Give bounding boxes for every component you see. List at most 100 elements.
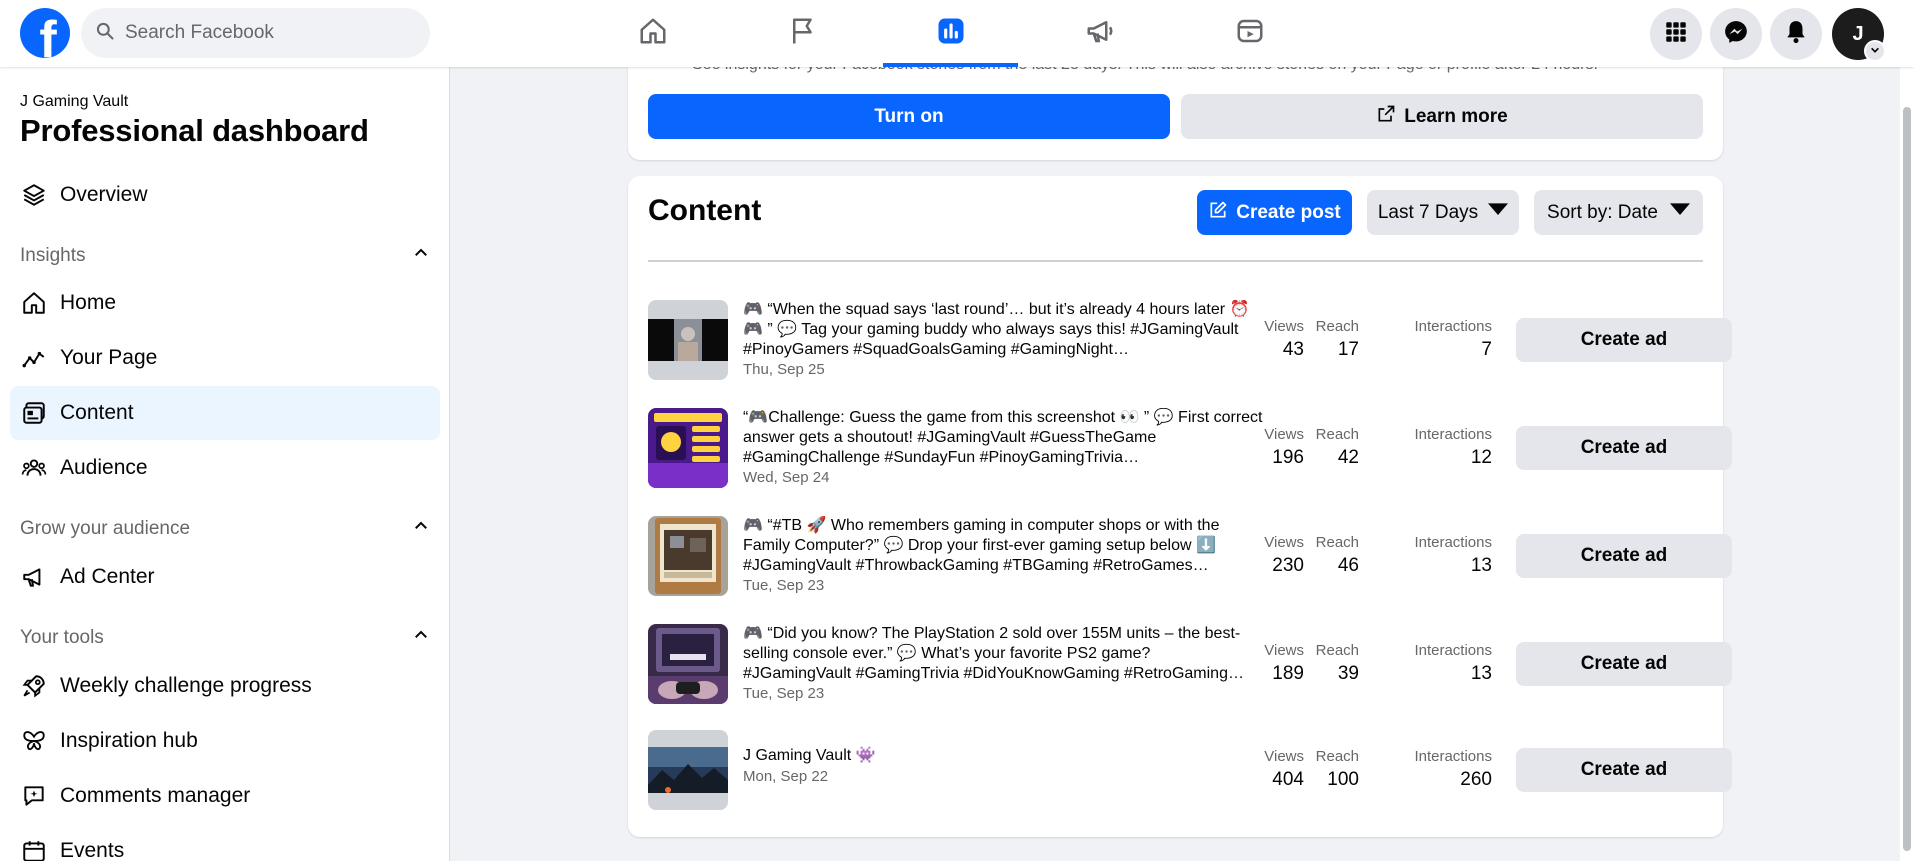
sidebar-item-overview[interactable]: Overview	[10, 168, 440, 222]
table-row[interactable]: 🎮 “#TB 🚀 Who remembers gaming in compute…	[648, 514, 1732, 598]
sidebar-item-content[interactable]: Content	[10, 386, 440, 440]
sidebar-item-home[interactable]: Home	[10, 276, 440, 330]
table-row[interactable]: 🎮 “When the squad says ‘last round’… but…	[648, 298, 1732, 382]
create-post-button[interactable]: Create post	[1197, 190, 1352, 235]
nav-tab-home[interactable]	[585, 0, 720, 67]
interactions-metric: Interactions 12	[1386, 426, 1492, 469]
create-ad-button[interactable]: Create ad	[1516, 318, 1732, 362]
views-metric: Views 43	[1252, 318, 1304, 361]
home-icon	[638, 16, 668, 51]
sidebar-item-inspiration-hub[interactable]: Inspiration hub	[10, 714, 440, 768]
reach-metric: Reach 46	[1312, 534, 1359, 577]
metric-label: Views	[1264, 318, 1304, 335]
metric-value: 260	[1460, 769, 1492, 790]
sidebar-item-label: Comments manager	[60, 784, 251, 807]
date-range-dropdown[interactable]: Last 7 Days	[1367, 190, 1519, 235]
sidebar-item-weekly-challenge[interactable]: Weekly challenge progress	[10, 659, 440, 713]
post-date: Wed, Sep 24	[743, 469, 830, 486]
button-label: Create post	[1236, 201, 1341, 223]
sidebar-page-name[interactable]: J Gaming Vault	[20, 93, 128, 111]
metric-label: Interactions	[1414, 534, 1492, 551]
post-thumbnail[interactable]	[648, 408, 728, 488]
notifications-button[interactable]	[1770, 8, 1822, 60]
sidebar-item-events[interactable]: Events	[10, 824, 440, 861]
metric-value: 43	[1282, 339, 1304, 360]
button-label: Create ad	[1580, 437, 1668, 458]
create-ad-button[interactable]: Create ad	[1516, 748, 1732, 792]
metric-label: Reach	[1315, 642, 1359, 659]
metric-value: 230	[1272, 555, 1304, 576]
facebook-logo[interactable]: f	[20, 8, 70, 58]
metric-label: Reach	[1315, 748, 1359, 765]
create-ad-button[interactable]: Create ad	[1516, 642, 1732, 686]
sidebar-item-audience[interactable]: Audience	[10, 441, 440, 495]
post-date: Thu, Sep 25	[743, 361, 825, 378]
table-row[interactable]: 🎮 “Did you know? The PlayStation 2 sold …	[648, 622, 1732, 706]
sidebar-item-ad-center[interactable]: Ad Center	[10, 550, 440, 604]
edit-icon	[1208, 200, 1236, 226]
sort-dropdown[interactable]: Sort by: Date	[1534, 190, 1703, 235]
page-scrollbar[interactable]	[1900, 67, 1914, 861]
post-date: Tue, Sep 23	[743, 685, 825, 702]
sidebar-item-your-page[interactable]: Your Page	[10, 331, 440, 385]
sidebar-item-label: Content	[60, 401, 134, 424]
learn-more-button[interactable]: Learn more	[1181, 94, 1703, 139]
nav-tab-ads[interactable]	[1032, 0, 1167, 67]
table-row[interactable]: J Gaming Vault 👾 Mon, Sep 22 Views 404 Re…	[648, 728, 1732, 812]
bell-icon	[1783, 19, 1809, 50]
sidebar-item-label: Overview	[60, 183, 148, 206]
metric-label: Reach	[1315, 318, 1359, 335]
post-thumbnail[interactable]	[648, 730, 728, 810]
metric-value: 100	[1327, 769, 1359, 790]
metric-value: 12	[1470, 447, 1492, 468]
post-thumbnail[interactable]	[648, 300, 728, 380]
button-label: Create ad	[1580, 545, 1668, 566]
post-caption[interactable]: 🎮 “Did you know? The PlayStation 2 sold …	[743, 624, 1263, 684]
post-caption[interactable]: “🎮Challenge: Guess the game from this sc…	[743, 408, 1263, 468]
post-thumbnail[interactable]	[648, 624, 728, 704]
create-ad-button[interactable]: Create ad	[1516, 534, 1732, 578]
metric-label: Views	[1264, 426, 1304, 443]
button-label: Create ad	[1580, 329, 1668, 350]
views-metric: Views 196	[1252, 426, 1304, 469]
sidebar-item-label: Weekly challenge progress	[60, 674, 312, 697]
section-label: Your tools	[20, 627, 104, 648]
button-label: Learn more	[1404, 105, 1508, 127]
search-bar[interactable]	[81, 8, 430, 58]
search-input[interactable]	[125, 22, 405, 44]
metric-value: 189	[1272, 663, 1304, 684]
reach-metric: Reach 17	[1312, 318, 1359, 361]
sidebar: J Gaming Vault Professional dashboard Ov…	[0, 67, 450, 861]
avatar-initial: J	[1852, 22, 1864, 45]
turn-on-button[interactable]: Turn on	[648, 94, 1170, 139]
views-metric: Views 189	[1252, 642, 1304, 685]
table-row[interactable]: “🎮Challenge: Guess the game from this sc…	[648, 406, 1732, 490]
menu-button[interactable]	[1650, 8, 1702, 60]
sidebar-item-label: Audience	[60, 456, 148, 479]
sidebar-item-label: Home	[60, 291, 117, 314]
comment-icon	[20, 782, 48, 810]
post-caption[interactable]: J Gaming Vault 👾	[743, 746, 1263, 766]
content-icon	[20, 399, 48, 427]
account-menu-chevron[interactable]	[1864, 40, 1886, 62]
nav-tab-video[interactable]	[1182, 0, 1317, 67]
post-caption[interactable]: 🎮 “#TB 🚀 Who remembers gaming in compute…	[743, 516, 1263, 576]
section-your-tools[interactable]: Your tools	[20, 626, 430, 650]
sidebar-item-comments-manager[interactable]: Comments manager	[10, 769, 440, 823]
post-thumbnail[interactable]	[648, 516, 728, 596]
section-grow-your-audience[interactable]: Grow your audience	[20, 517, 430, 541]
nav-tab-insights[interactable]	[883, 0, 1018, 67]
section-label: Insights	[20, 245, 86, 266]
messenger-button[interactable]	[1710, 8, 1762, 60]
post-caption[interactable]: 🎮 “When the squad says ‘last round’… but…	[743, 300, 1263, 360]
section-insights[interactable]: Insights	[20, 244, 430, 268]
section-label: Grow your audience	[20, 518, 191, 539]
facebook-logo-letter: f	[39, 11, 57, 58]
button-label: Create ad	[1580, 759, 1668, 780]
metric-value: 404	[1272, 769, 1304, 790]
divider	[648, 260, 1703, 262]
nav-tab-pages[interactable]	[735, 0, 870, 67]
flag-icon	[788, 16, 818, 51]
scrollbar-thumb[interactable]	[1903, 107, 1911, 851]
create-ad-button[interactable]: Create ad	[1516, 426, 1732, 470]
